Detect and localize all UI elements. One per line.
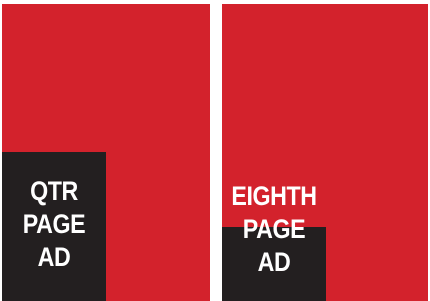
label-line: PAGE bbox=[22, 209, 86, 239]
label-line: PAGE bbox=[242, 214, 306, 244]
label-line: EIGHTH bbox=[231, 181, 317, 211]
label-line: AD bbox=[257, 247, 291, 277]
eighth-page-ad-label: EIGHTH PAGE AD bbox=[229, 180, 318, 279]
label-line: QTR bbox=[30, 176, 78, 206]
quarter-page-layout: QTR PAGE AD bbox=[2, 4, 210, 301]
eighth-page-layout: EIGHTH PAGE AD bbox=[222, 4, 428, 301]
quarter-page-ad-label: QTR PAGE AD bbox=[9, 175, 98, 274]
label-line: AD bbox=[37, 242, 71, 272]
